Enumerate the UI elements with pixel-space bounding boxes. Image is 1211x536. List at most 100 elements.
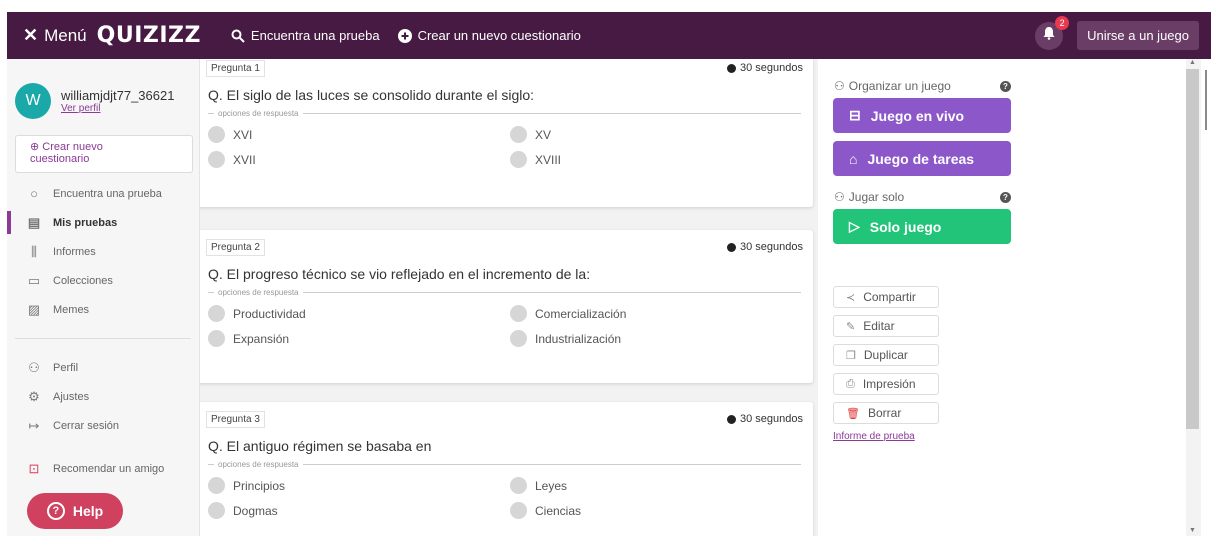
sidebar-item-label: Recomendar un amigo <box>53 462 165 475</box>
sidebar-item-label: Memes <box>53 303 90 316</box>
sidebar-item-logout[interactable]: ↦ Cerrar sesión <box>7 411 199 440</box>
sidebar-item-settings[interactable]: ⚙ Ajustes <box>7 382 199 411</box>
notifications-button[interactable]: 2 <box>1035 15 1070 50</box>
answer-text: XV <box>535 127 552 142</box>
radio-icon <box>208 151 225 168</box>
answer-text: Principios <box>233 478 286 493</box>
sidebar-item-label: Perfil <box>53 361 79 374</box>
window-edge <box>1205 70 1207 130</box>
sidebar-item-collections[interactable]: ▭ Colecciones <box>7 266 199 295</box>
homework-label: Juego de tareas <box>867 150 975 167</box>
question-time: 30 segundos <box>727 413 803 425</box>
join-game-button[interactable]: Unirse a un juego <box>1077 21 1199 50</box>
user-icon: ⚇ <box>834 190 845 204</box>
answer-text: XVII <box>233 152 256 167</box>
sidebar-item-label: Colecciones <box>53 274 113 287</box>
sidebar-item-find-quiz[interactable]: ○ Encuentra una prueba <box>7 179 199 208</box>
copy-icon: ❐ <box>846 349 856 362</box>
question-number: Pregunta 1 <box>206 59 265 77</box>
find-quiz-link[interactable]: Encuentra una prueba <box>231 28 380 43</box>
solo-game-button[interactable]: ▷ Solo juego <box>833 209 1011 244</box>
answer-text: Productividad <box>233 306 306 321</box>
top-bar: ✕ Menú QUIZIZZ Encuentra una prueba Crea… <box>7 12 1211 59</box>
radio-icon <box>208 330 225 347</box>
question-card: Pregunta 1 30 segundos Q. El siglo de la… <box>200 59 813 207</box>
sidebar-item-label: Cerrar sesión <box>53 419 120 432</box>
share-button[interactable]: ≺ Compartir <box>833 286 939 308</box>
create-quiz-link[interactable]: Crear un nuevo cuestionario <box>397 28 581 43</box>
help-button[interactable]: ? Help <box>27 493 123 529</box>
duplicate-label: Duplicar <box>863 348 908 362</box>
answer-option: XVI <box>208 126 510 143</box>
plus-circle-icon <box>397 28 412 43</box>
answer-option: XV <box>510 126 800 143</box>
options-label: opciones de respuesta <box>208 288 801 297</box>
radio-icon <box>208 305 225 322</box>
edit-button[interactable]: ✎ Editar <box>833 315 939 337</box>
question-number: Pregunta 3 <box>206 410 265 428</box>
scrollbar-thumb[interactable] <box>1186 69 1199 429</box>
radio-icon <box>510 477 527 494</box>
create-line1: Crear nuevo <box>42 141 103 153</box>
answer-option: XVII <box>208 151 510 168</box>
answer-text: Leyes <box>535 478 568 493</box>
radio-icon <box>208 502 225 519</box>
radio-icon <box>510 305 527 322</box>
live-game-button[interactable]: ⊟ Juego en vivo <box>833 98 1011 133</box>
printer-icon: ⎙ <box>846 377 855 390</box>
print-button[interactable]: ⎙ Impresión <box>833 373 939 395</box>
quiz-report-link[interactable]: Informe de prueba <box>833 431 1186 442</box>
homework-game-button[interactable]: ⌂ Juego de tareas <box>833 141 1011 176</box>
print-label: Impresión <box>862 377 916 391</box>
organize-label: Organizar un juego <box>848 79 951 93</box>
sidebar-item-profile[interactable]: ⚇ Perfil <box>7 353 199 382</box>
questions-panel: Pregunta 1 30 segundos Q. El siglo de la… <box>200 59 818 536</box>
radio-icon <box>510 151 527 168</box>
scroll-up-icon[interactable]: ▲ <box>1189 59 1196 66</box>
question-text: Q. El siglo de las luces se consolido du… <box>208 87 535 103</box>
view-profile-link[interactable]: Ver perfil <box>61 103 174 114</box>
time-label: 30 segundos <box>740 241 803 253</box>
question-text: Q. El progreso técnico se vio reflejado … <box>208 266 591 282</box>
search-icon <box>231 29 245 43</box>
clock-icon <box>727 242 736 252</box>
answer-text: Comercialización <box>535 306 627 321</box>
create-new-quiz-button[interactable]: ⊕ Crear nuevo cuestionario <box>15 135 193 173</box>
solo-label: Jugar solo <box>848 190 905 204</box>
avatar[interactable]: W <box>15 83 51 119</box>
sidebar-item-my-quizzes[interactable]: ▤ Mis pruebas <box>7 208 199 237</box>
answer-option: XVIII <box>510 151 800 168</box>
scrollbar[interactable]: ▲ ▼ <box>1186 59 1201 536</box>
image-icon: ▨ <box>27 301 41 317</box>
user-profile: W williamjdjt77_36621 Ver perfil <box>7 59 199 119</box>
menu-button[interactable]: ✕ Menú <box>23 25 87 46</box>
share-icon: ≺ <box>846 291 856 304</box>
quizizz-logo[interactable]: QUIZIZZ <box>97 23 201 48</box>
folder-icon: ▭ <box>27 272 41 288</box>
sidebar-item-label: Encuentra una prueba <box>53 187 162 200</box>
find-quiz-label: Encuentra una prueba <box>250 28 380 43</box>
answer-option: Leyes <box>510 477 800 494</box>
presentation-icon: ⊟ <box>849 107 861 123</box>
quiz-actions-panel: ⚇ Organizar un juego ? ⊟ Juego en vivo ⌂… <box>818 59 1186 536</box>
document-icon: ▤ <box>27 214 41 230</box>
play-icon: ▷ <box>849 218 860 234</box>
create-line2: cuestionario <box>30 153 90 165</box>
sidebar-item-memes[interactable]: ▨ Memes <box>7 295 199 324</box>
answer-option: Expansión <box>208 330 510 347</box>
delete-button[interactable]: 🗑 Borrar <box>833 402 939 424</box>
help-icon[interactable]: ? <box>1000 80 1011 92</box>
duplicate-button[interactable]: ❐ Duplicar <box>833 344 939 366</box>
edit-label: Editar <box>863 319 895 333</box>
solo-play-title: ⚇ Jugar solo ? <box>818 190 1186 204</box>
bell-icon <box>1042 26 1056 45</box>
sidebar-item-reports[interactable]: ⫼ Informes <box>7 237 199 266</box>
sidebar-item-refer-friend[interactable]: ⊡ Recomendar un amigo <box>7 454 199 483</box>
answer-option: Productividad <box>208 305 510 322</box>
delete-label: Borrar <box>867 406 902 420</box>
scroll-down-icon[interactable]: ▼ <box>1189 527 1196 534</box>
notification-badge: 2 <box>1055 15 1070 30</box>
sidebar-item-label: Ajustes <box>53 390 90 403</box>
bar-chart-icon: ⫼ <box>31 243 37 259</box>
help-icon[interactable]: ? <box>1000 191 1011 203</box>
